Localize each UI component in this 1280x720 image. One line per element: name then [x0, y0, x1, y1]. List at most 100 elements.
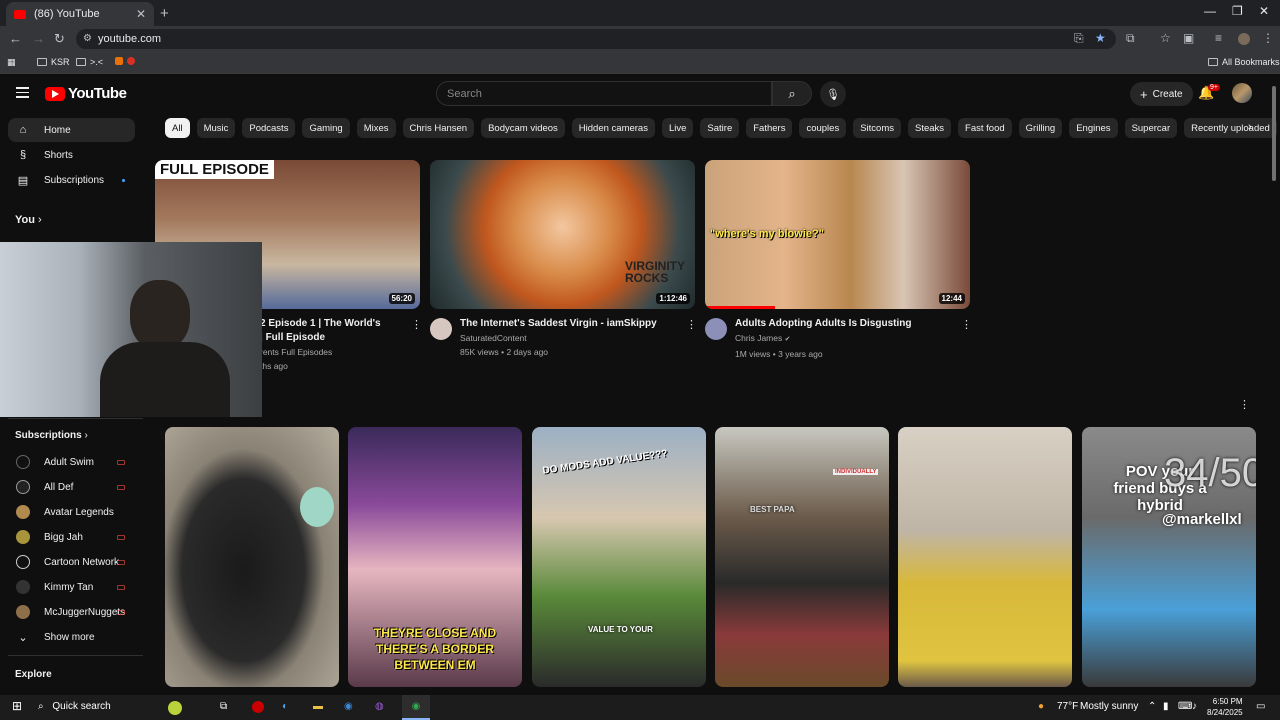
- close-tab-icon[interactable]: ✕: [136, 7, 146, 21]
- chip-fathers[interactable]: Fathers: [746, 118, 793, 138]
- video-thumbnail[interactable]: "where's my blowie?" 12:44: [705, 160, 970, 309]
- short-thumbnail[interactable]: THEYRE CLOSE AND THERE'S A BORDER BETWEE…: [348, 427, 522, 687]
- profile-icon[interactable]: [1238, 33, 1250, 45]
- tray-icon[interactable]: ▮: [1163, 701, 1169, 712]
- more-options-icon[interactable]: ⋮: [686, 318, 697, 331]
- app-icon[interactable]: ◍: [375, 701, 384, 712]
- search-input[interactable]: Search: [436, 81, 772, 106]
- bookmark-star-icon[interactable]: ★: [1095, 31, 1106, 45]
- clock[interactable]: 6:50 PM 8/24/2025: [1207, 696, 1243, 718]
- chevron-right-icon[interactable]: ›: [1248, 121, 1252, 133]
- steam-icon[interactable]: ◐: [282, 701, 288, 712]
- chip-couples[interactable]: couples: [799, 118, 847, 138]
- volume-icon[interactable]: ♪: [1192, 701, 1197, 712]
- close-window-icon[interactable]: ✕: [1259, 4, 1269, 18]
- more-options-icon[interactable]: ⋮: [411, 318, 422, 331]
- maximize-icon[interactable]: ❐: [1232, 4, 1243, 18]
- url-field[interactable]: ⚙ youtube.com: [76, 29, 1116, 49]
- chip-hidden-cameras[interactable]: Hidden cameras: [571, 118, 655, 138]
- site-info-icon[interactable]: ⚙: [83, 33, 92, 44]
- back-icon[interactable]: ←: [9, 31, 22, 46]
- sidebar-sub-bigg-jah[interactable]: Bigg Jah: [8, 525, 135, 549]
- new-tab-icon[interactable]: +: [160, 5, 169, 22]
- reload-icon[interactable]: ↻: [54, 31, 65, 47]
- apps-icon[interactable]: ▦: [7, 57, 16, 68]
- short-thumbnail[interactable]: DO MODS ADD VALUE??? VALUE TO YOUR: [532, 427, 706, 687]
- browser-tab[interactable]: (86) YouTube ✕: [6, 2, 154, 26]
- file-explorer-icon[interactable]: ▬: [313, 701, 323, 712]
- channel-avatar[interactable]: [705, 318, 727, 340]
- chip-recently-uploaded[interactable]: Recently uploaded: [1184, 118, 1277, 138]
- chip-live[interactable]: Live: [661, 118, 694, 138]
- sidebar-item-shorts[interactable]: § Shorts: [8, 143, 135, 167]
- sidebar-sub-mcjuggernuggets[interactable]: McJuggerNuggets: [8, 600, 135, 624]
- chip-engines[interactable]: Engines: [1069, 118, 1118, 138]
- chip-chris-hansen[interactable]: Chris Hansen: [402, 118, 475, 138]
- sidebar-show-more[interactable]: ⌄ Show more: [8, 625, 135, 649]
- edge-icon[interactable]: ◉: [344, 701, 353, 712]
- short-thumbnail[interactable]: [898, 427, 1072, 687]
- weather-desc[interactable]: Mostly sunny: [1080, 701, 1138, 712]
- create-button[interactable]: + Create: [1130, 82, 1193, 106]
- hamburger-menu-icon[interactable]: [16, 87, 29, 98]
- sidebar-sub-kimmy-tan[interactable]: Kimmy Tan: [8, 575, 135, 599]
- video-title[interactable]: The Internet's Saddest Virgin - iamSkipp…: [460, 317, 657, 331]
- search-button[interactable]: ⌕: [772, 81, 812, 106]
- chip-supercar[interactable]: Supercar: [1124, 118, 1178, 138]
- all-bookmarks[interactable]: All Bookmarks: [1208, 57, 1280, 67]
- sidebar-you[interactable]: You ›: [15, 214, 42, 226]
- tennis-ball-icon[interactable]: [168, 701, 182, 715]
- chip-all[interactable]: All: [165, 118, 190, 138]
- bookmark-favicons[interactable]: [115, 57, 135, 65]
- sidebar-sub-adult-swim[interactable]: Adult Swim: [8, 450, 135, 474]
- chip-music[interactable]: Music: [196, 118, 236, 138]
- video-title[interactable]: Adults Adopting Adults Is Disgusting: [735, 317, 911, 331]
- network-icon[interactable]: ⌨: [1178, 701, 1192, 712]
- shorts-more-options-icon[interactable]: ⋮: [1239, 398, 1250, 411]
- sidebar-sub-avatar-legends[interactable]: Avatar Legends: [8, 500, 135, 524]
- chrome-taskbar-icon[interactable]: ◉: [402, 695, 430, 720]
- bookmark-folder-2[interactable]: >.<: [76, 57, 103, 67]
- sidebar-subscriptions-heading[interactable]: Subscriptions ›: [15, 430, 88, 441]
- task-view-icon[interactable]: ⧉: [220, 701, 227, 712]
- notifications-icon[interactable]: ▭: [1256, 701, 1265, 712]
- chip-podcasts[interactable]: Podcasts: [242, 118, 296, 138]
- favorites-icon[interactable]: ☆: [1160, 31, 1171, 45]
- collections-icon[interactable]: ▣: [1183, 31, 1194, 45]
- windows-start-icon[interactable]: ⊞: [12, 699, 22, 713]
- youtube-logo[interactable]: YouTube: [45, 85, 127, 102]
- page-scrollbar[interactable]: [1272, 86, 1276, 181]
- forward-icon[interactable]: →: [32, 31, 45, 46]
- short-thumbnail[interactable]: POV your friend buys a hybrid @markellxl…: [1082, 427, 1256, 687]
- extensions-icon[interactable]: ⧉: [1126, 31, 1135, 46]
- chip-grilling[interactable]: Grilling: [1018, 118, 1063, 138]
- weather-temp[interactable]: 77°F: [1057, 701, 1078, 712]
- short-thumbnail[interactable]: BEST PAPA INDIVIDUALLY: [715, 427, 889, 687]
- channel-avatar[interactable]: [430, 318, 452, 340]
- sidebar-sub-all-def[interactable]: All Def: [8, 475, 135, 499]
- bookmark-folder-ksr[interactable]: KSR: [37, 57, 70, 67]
- sidebar-sub-cartoon-network[interactable]: Cartoon Network: [8, 550, 135, 574]
- video-thumbnail[interactable]: VIRGINITY ROCKS 1:12:46: [430, 160, 695, 309]
- weather-icon[interactable]: ●: [1038, 701, 1044, 712]
- voice-search-button[interactable]: 🎙: [820, 81, 846, 107]
- show-hidden-icons[interactable]: ⌃: [1148, 701, 1156, 712]
- chip-fast-food[interactable]: Fast food: [958, 118, 1012, 138]
- video-title[interactable]: 2 Episode 1 | The World's | Full Episode: [260, 317, 381, 345]
- sidebar-item-subscriptions[interactable]: ▤ Subscriptions: [8, 168, 135, 192]
- menu-icon[interactable]: ⋮: [1262, 31, 1274, 45]
- short-thumbnail[interactable]: [165, 427, 339, 687]
- chip-steaks[interactable]: Steaks: [908, 118, 952, 138]
- chip-gaming[interactable]: Gaming: [302, 118, 350, 138]
- chip-satire[interactable]: Satire: [700, 118, 740, 138]
- app-icon[interactable]: [252, 701, 264, 713]
- chip-sitcoms[interactable]: Sitcoms: [853, 118, 901, 138]
- sidebar-item-home[interactable]: ⌂ Home: [8, 118, 135, 142]
- tab-search-icon[interactable]: ≡: [1215, 31, 1222, 45]
- taskbar-search[interactable]: ⌕ Quick search: [38, 701, 111, 712]
- account-avatar[interactable]: [1232, 83, 1252, 103]
- minimize-icon[interactable]: —: [1204, 4, 1216, 18]
- chip-mixes[interactable]: Mixes: [356, 118, 396, 138]
- more-options-icon[interactable]: ⋮: [961, 318, 972, 331]
- chip-bodycam-videos[interactable]: Bodycam videos: [481, 118, 565, 138]
